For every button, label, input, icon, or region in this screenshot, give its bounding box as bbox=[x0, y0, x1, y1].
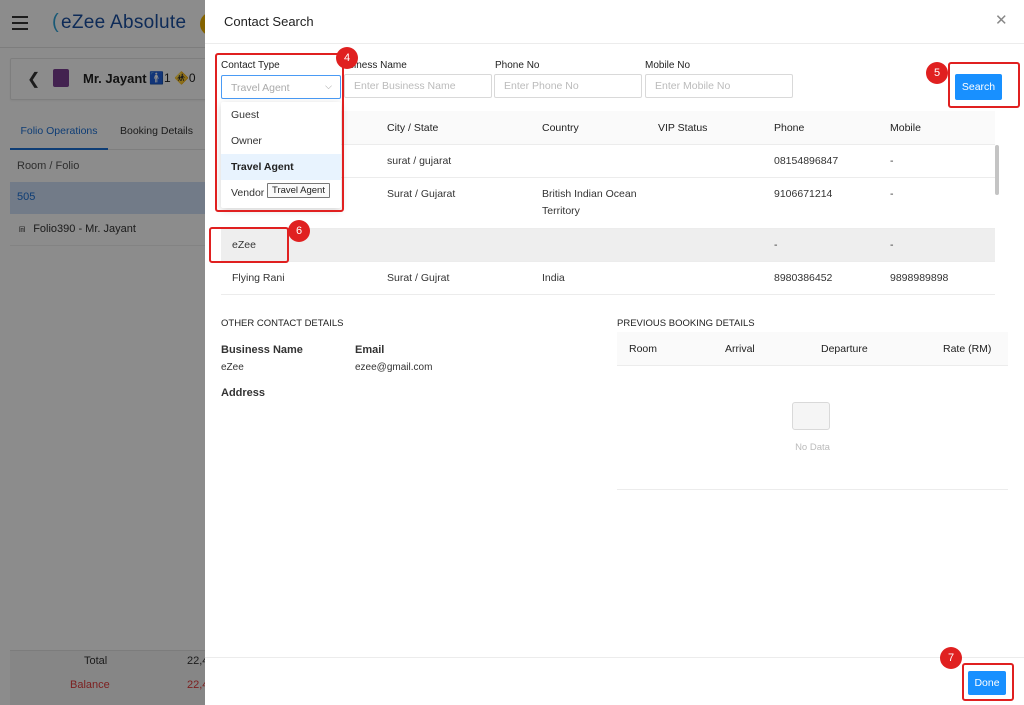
annotation-box-5 bbox=[948, 62, 1020, 108]
col-city-state: City / State bbox=[387, 122, 439, 134]
cell-phone: 9106671214 bbox=[774, 188, 833, 200]
cell-country: India bbox=[542, 272, 565, 284]
drawer-title: Contact Search bbox=[224, 14, 314, 29]
cell-city: Surat / Gujarat bbox=[387, 188, 456, 200]
empty-state: No Data bbox=[617, 366, 1008, 490]
cell-city: surat / gujarat bbox=[387, 155, 452, 167]
address-detail-label: Address bbox=[221, 387, 266, 399]
email-detail-label: Email bbox=[355, 344, 385, 356]
annotation-badge-5: 5 bbox=[926, 62, 948, 84]
annotation-box-7 bbox=[962, 663, 1014, 701]
footer-divider bbox=[205, 657, 1024, 658]
business-name-detail-label: Business Name bbox=[221, 344, 303, 356]
business-name-detail-value: eZee bbox=[221, 362, 244, 373]
annotation-box-6 bbox=[209, 227, 289, 263]
previous-booking-heading: PREVIOUS BOOKING DETAILS bbox=[617, 318, 755, 329]
table-row[interactable]: Flying Rani Surat / Gujrat India 8980386… bbox=[221, 262, 995, 295]
previous-booking-header: Room Arrival Departure Rate (RM) bbox=[617, 332, 1008, 366]
col-arrival: Arrival bbox=[725, 343, 755, 355]
empty-text: No Data bbox=[795, 442, 830, 453]
email-detail-value: ezee@gmail.com bbox=[355, 362, 433, 373]
col-departure: Departure bbox=[821, 343, 868, 355]
annotation-badge-4: 4 bbox=[336, 47, 358, 69]
cell-mobile: 9898989898 bbox=[890, 272, 949, 284]
col-rate: Rate (RM) bbox=[943, 343, 992, 355]
annotation-box-4 bbox=[215, 53, 344, 212]
contact-search-drawer: Contact Search ✕ Contact Type Travel Age… bbox=[205, 0, 1024, 705]
cell-name: Flying Rani bbox=[232, 272, 285, 284]
mobile-input[interactable] bbox=[645, 74, 793, 98]
app-root: (eZee Absolute ❮ Mr. Jayant 🚹1 🚸0 Folio … bbox=[0, 0, 1024, 705]
table-scrollbar[interactable] bbox=[995, 145, 999, 195]
inbox-empty-icon bbox=[792, 402, 830, 430]
drawer-header: Contact Search ✕ bbox=[205, 0, 1024, 44]
annotation-badge-7: 7 bbox=[940, 647, 962, 669]
col-vip-status: VIP Status bbox=[658, 122, 708, 134]
cell-phone: - bbox=[774, 239, 778, 251]
cell-country: British Indian Ocean Territory bbox=[542, 188, 637, 217]
phone-label: Phone No bbox=[495, 60, 540, 71]
col-mobile: Mobile bbox=[890, 122, 921, 134]
col-phone: Phone bbox=[774, 122, 805, 134]
cell-city: Surat / Gujrat bbox=[387, 272, 450, 284]
phone-input[interactable] bbox=[494, 74, 642, 98]
business-name-label: siness Name bbox=[349, 60, 407, 71]
close-icon[interactable]: ✕ bbox=[995, 13, 1008, 28]
table-row-selected[interactable]: eZee - - bbox=[221, 229, 995, 262]
col-country: Country bbox=[542, 122, 579, 134]
cell-mobile: - bbox=[890, 188, 894, 200]
mobile-label: Mobile No bbox=[645, 60, 691, 71]
annotation-badge-6: 6 bbox=[288, 220, 310, 242]
other-contact-heading: OTHER CONTACT DETAILS bbox=[221, 318, 344, 329]
col-room: Room bbox=[629, 343, 658, 355]
business-name-input[interactable] bbox=[344, 74, 492, 98]
cell-mobile: - bbox=[890, 155, 894, 167]
cell-phone: 08154896847 bbox=[774, 155, 839, 167]
cell-phone: 8980386452 bbox=[774, 272, 833, 284]
cell-mobile: - bbox=[890, 239, 894, 251]
